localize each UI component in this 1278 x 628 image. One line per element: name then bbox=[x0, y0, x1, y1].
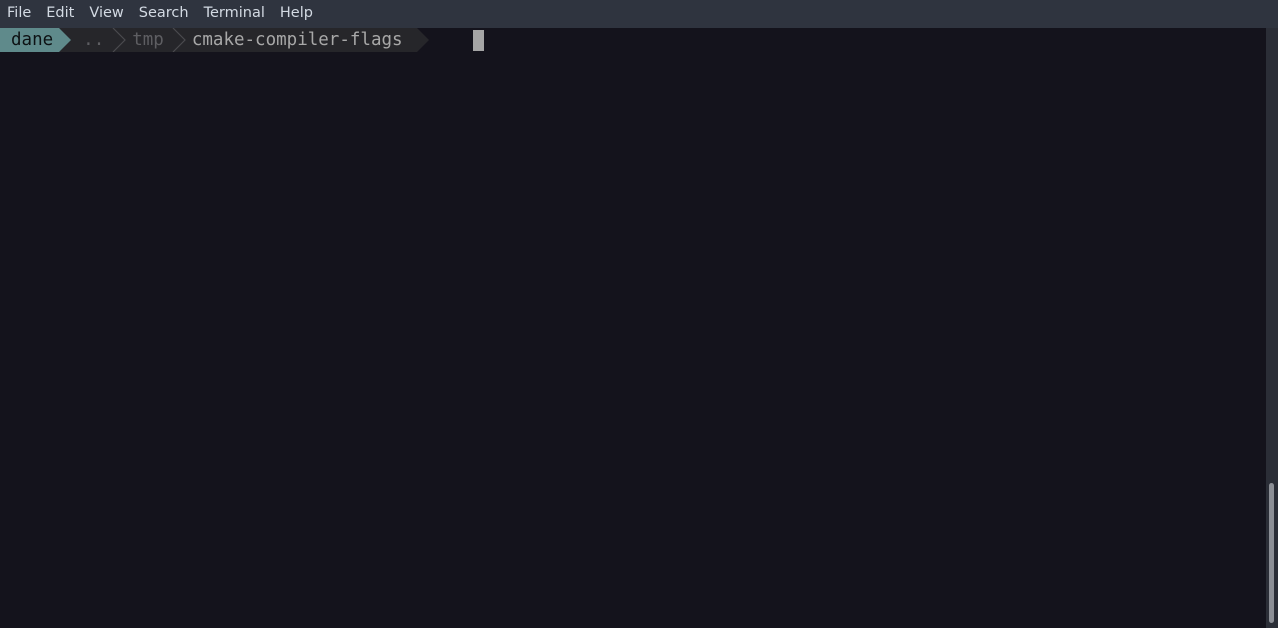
menu-bar: File Edit View Search Terminal Help bbox=[0, 0, 1278, 28]
prompt-path-tmp: tmp bbox=[132, 30, 164, 50]
prompt-user: dane bbox=[0, 28, 60, 52]
prompt-path-parent: .. bbox=[83, 30, 105, 50]
prompt-cwd: cmake-compiler-flags bbox=[191, 28, 417, 52]
terminal-output[interactable]: dane .. tmp cmake-compiler-flags bbox=[0, 28, 1266, 628]
terminal-window: File Edit View Search Terminal Help dane… bbox=[0, 0, 1278, 628]
text-cursor bbox=[473, 30, 484, 51]
scrollbar-thumb[interactable] bbox=[1269, 483, 1274, 623]
prompt-end-arrow-icon bbox=[416, 28, 429, 52]
menu-file[interactable]: File bbox=[0, 0, 39, 28]
prompt-separator-arrow-icon bbox=[59, 28, 72, 52]
menu-view[interactable]: View bbox=[82, 0, 131, 28]
chevron-right-icon bbox=[112, 28, 127, 52]
menu-help[interactable]: Help bbox=[273, 0, 321, 28]
menu-edit[interactable]: Edit bbox=[39, 0, 82, 28]
chevron-right-icon bbox=[172, 28, 186, 52]
menu-terminal[interactable]: Terminal bbox=[197, 0, 273, 28]
shell-prompt: dane .. tmp cmake-compiler-flags bbox=[0, 28, 429, 52]
scrollbar[interactable] bbox=[1266, 28, 1278, 628]
menu-search[interactable]: Search bbox=[132, 0, 197, 28]
prompt-path: .. tmp bbox=[71, 28, 192, 52]
